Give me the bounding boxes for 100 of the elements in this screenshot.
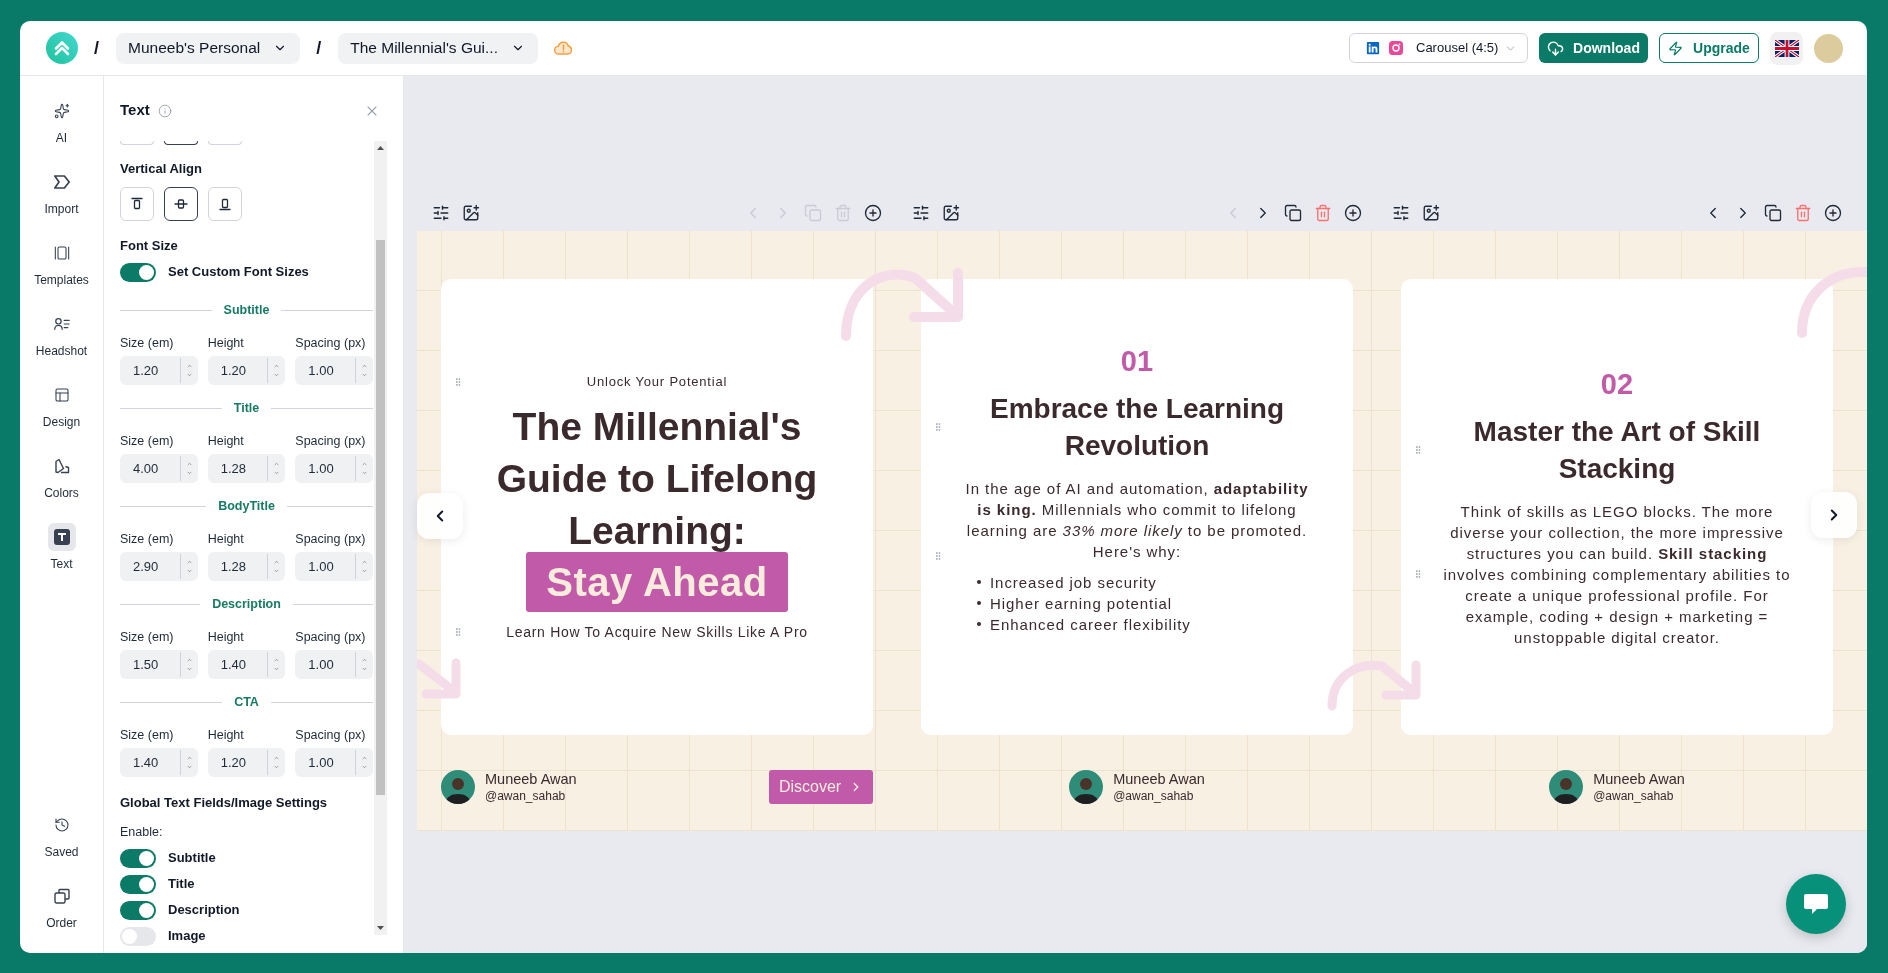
language-button[interactable] — [1770, 31, 1803, 65]
decrement-icon[interactable] — [360, 568, 369, 574]
avatar-placeholder[interactable] — [1814, 33, 1843, 63]
number-field[interactable]: 2.90 — [120, 552, 198, 581]
decrement-icon[interactable] — [360, 372, 369, 378]
increment-icon[interactable] — [272, 559, 282, 565]
increment-icon[interactable] — [272, 363, 282, 369]
sidebar-nav-item[interactable]: Templates — [20, 239, 103, 288]
breadcrumb-dropdown[interactable]: The Millennial's Gui... — [338, 32, 538, 64]
sidebar-nav-item[interactable]: Design — [20, 381, 103, 430]
increment-icon[interactable] — [360, 559, 369, 565]
decrement-icon[interactable] — [360, 666, 369, 672]
image-plus-icon[interactable] — [462, 204, 480, 222]
increment-icon[interactable] — [272, 755, 282, 761]
number-field[interactable]: 1.20 — [207, 356, 286, 385]
increment-icon[interactable] — [272, 657, 282, 663]
plus-circle-icon[interactable] — [1344, 204, 1362, 222]
copy-icon[interactable] — [1764, 204, 1782, 222]
decrement-icon[interactable] — [360, 764, 369, 770]
scroll-down-icon[interactable] — [377, 926, 384, 930]
trash-icon[interactable] — [1314, 204, 1332, 222]
toggle-switch[interactable] — [120, 926, 156, 946]
sliders-icon[interactable] — [432, 204, 450, 222]
sidebar-nav-item[interactable]: Text — [20, 523, 103, 572]
image-plus-icon[interactable] — [1422, 204, 1440, 222]
increment-icon[interactable] — [184, 559, 194, 565]
number-field[interactable]: 1.50 — [120, 650, 198, 679]
drag-handle-icon[interactable] — [1413, 443, 1423, 456]
scrollbar-track[interactable] — [374, 141, 387, 935]
sidebar-nav-item[interactable]: Saved — [20, 811, 103, 860]
increment-icon[interactable] — [272, 461, 282, 467]
copy-icon[interactable] — [1284, 204, 1302, 222]
decrement-icon[interactable] — [272, 666, 282, 672]
sidebar-nav-item[interactable]: AI — [20, 97, 103, 146]
sidebar-nav-item[interactable]: Headshot — [20, 310, 103, 359]
scrollbar-thumb[interactable] — [376, 240, 385, 795]
drag-handle-icon[interactable] — [453, 376, 463, 388]
number-field[interactable]: 1.00 — [295, 650, 373, 679]
decrement-icon[interactable] — [272, 764, 282, 770]
info-icon[interactable] — [157, 103, 172, 118]
increment-icon[interactable] — [184, 755, 194, 761]
author-name: Muneeb Awan — [1593, 770, 1685, 788]
sidebar-nav-item[interactable]: Colors — [20, 452, 103, 501]
decrement-icon[interactable] — [184, 372, 194, 378]
slide-description: Learn How To Acquire New Skills Like A Pro — [506, 623, 808, 641]
increment-icon[interactable] — [184, 363, 194, 369]
drag-handle-icon[interactable] — [933, 420, 943, 433]
download-button[interactable]: Download — [1539, 33, 1648, 63]
previous-slide-button[interactable] — [417, 493, 463, 539]
align-top-button[interactable] — [120, 187, 154, 221]
format-select[interactable]: Carousel (4:5) — [1349, 33, 1528, 63]
increment-icon[interactable] — [360, 363, 369, 369]
next-slide-button[interactable] — [1811, 492, 1857, 538]
scroll-up-icon[interactable] — [377, 146, 384, 150]
breadcrumb-dropdown[interactable]: Muneeb's Personal — [116, 32, 301, 64]
number-field[interactable]: 1.28 — [207, 552, 286, 581]
decrement-icon[interactable] — [272, 372, 282, 378]
image-plus-icon[interactable] — [942, 204, 960, 222]
plus-circle-icon[interactable] — [864, 204, 882, 222]
increment-icon[interactable] — [360, 755, 369, 761]
number-field[interactable]: 1.00 — [295, 356, 373, 385]
decrement-icon[interactable] — [184, 470, 194, 476]
decrement-icon[interactable] — [272, 470, 282, 476]
number-field[interactable]: 1.00 — [295, 454, 373, 483]
trash-icon[interactable] — [1794, 204, 1812, 222]
increment-icon[interactable] — [360, 657, 369, 663]
number-field[interactable]: 1.20 — [120, 356, 198, 385]
align-bottom-button[interactable] — [208, 187, 242, 221]
number-field[interactable]: 1.28 — [207, 454, 286, 483]
logo-icon[interactable] — [46, 32, 78, 64]
cloud-alert-icon[interactable] — [553, 41, 573, 55]
increment-icon[interactable] — [184, 461, 194, 467]
number-field[interactable]: 1.00 — [295, 552, 373, 581]
sliders-icon[interactable] — [1392, 204, 1410, 222]
plus-circle-icon[interactable] — [1824, 204, 1842, 222]
number-field[interactable]: 1.40 — [207, 650, 286, 679]
number-field[interactable]: 1.00 — [295, 748, 373, 777]
drag-handle-icon[interactable] — [453, 626, 463, 638]
decrement-icon[interactable] — [360, 470, 369, 476]
increment-icon[interactable] — [360, 461, 369, 467]
sliders-icon[interactable] — [912, 204, 930, 222]
number-field[interactable]: 1.40 — [120, 748, 198, 777]
drag-handle-icon[interactable] — [933, 550, 943, 562]
increment-icon[interactable] — [184, 657, 194, 663]
align-middle-button[interactable] — [164, 187, 198, 221]
toggle-switch[interactable] — [120, 848, 156, 868]
upgrade-button[interactable]: Upgrade — [1659, 33, 1759, 63]
toggle-switch[interactable] — [120, 900, 156, 920]
number-field[interactable]: 4.00 — [120, 454, 198, 483]
toggle-switch[interactable] — [120, 874, 156, 894]
drag-handle-icon[interactable] — [1413, 568, 1423, 580]
number-field[interactable]: 1.20 — [207, 748, 286, 777]
decrement-icon[interactable] — [272, 568, 282, 574]
decrement-icon[interactable] — [184, 666, 194, 672]
decrement-icon[interactable] — [184, 764, 194, 770]
chat-button[interactable] — [1786, 874, 1846, 934]
toggle-switch[interactable] — [120, 262, 156, 282]
sidebar-nav-item[interactable]: Import — [20, 168, 103, 217]
decrement-icon[interactable] — [184, 568, 194, 574]
sidebar-nav-item[interactable]: Order — [20, 882, 103, 931]
